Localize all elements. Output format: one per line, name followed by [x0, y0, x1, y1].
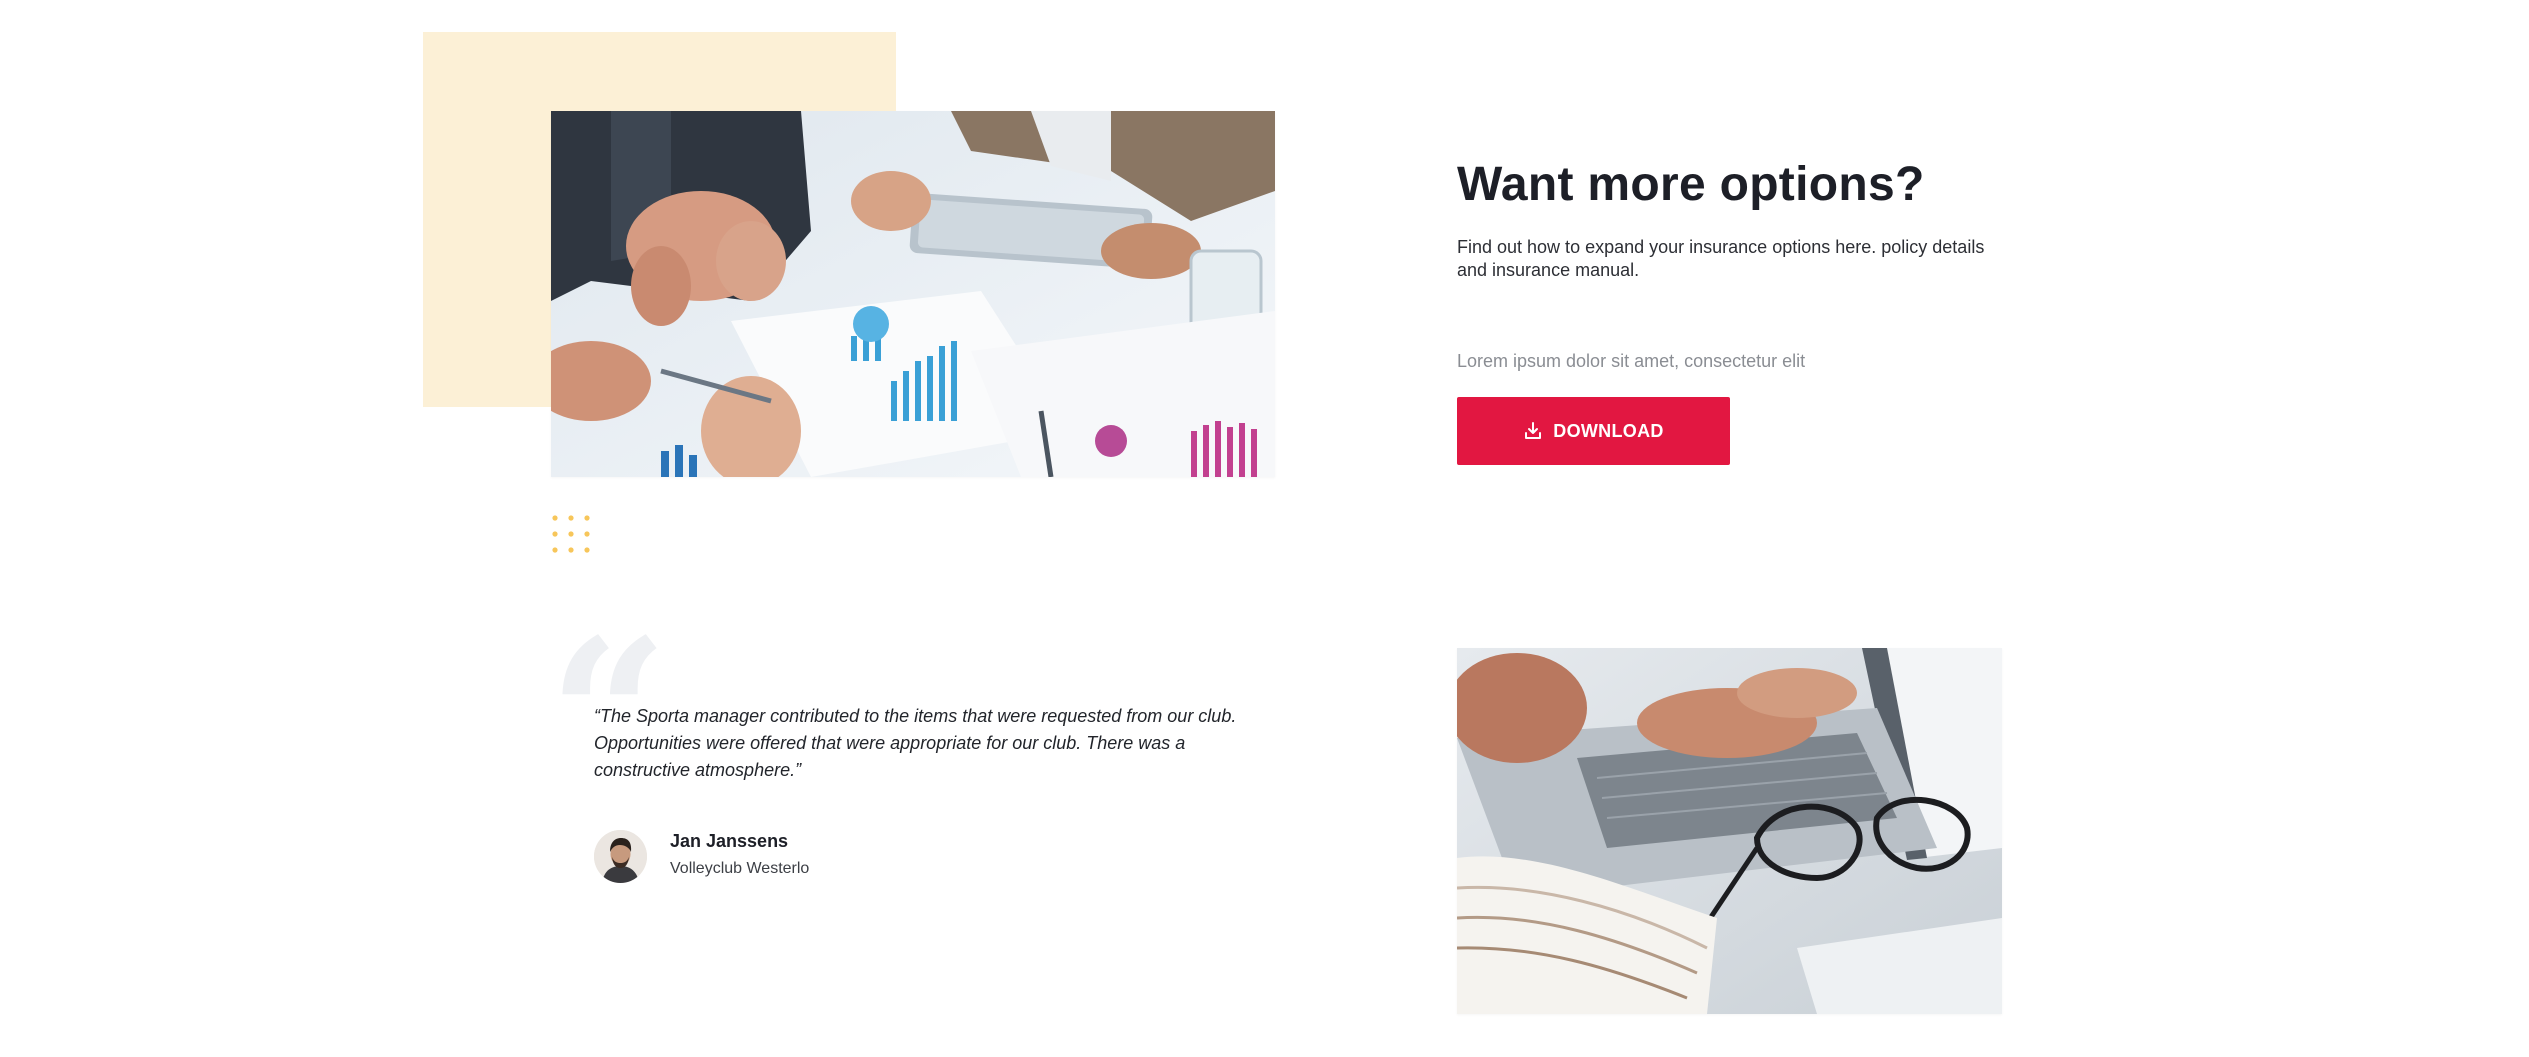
download-button-label: DOWNLOAD: [1553, 420, 1664, 441]
avatar: [594, 830, 647, 883]
author-club: Volleyclub Westerlo: [670, 860, 810, 877]
download-button[interactable]: DOWNLOAD: [1457, 397, 1730, 465]
author-name: Jan Janssens: [670, 831, 789, 851]
decorative-dots: [551, 514, 593, 556]
cta-heading: Want more options?: [1457, 158, 1925, 211]
download-icon: [1523, 421, 1543, 441]
cta-description: Find out how to expand your insurance op…: [1457, 237, 1985, 280]
cta-caption: Lorem ipsum dolor sit amet, consectetur …: [1457, 351, 1806, 371]
laptop-workspace-photo: [1457, 648, 2002, 1014]
testimonial-quote: “The Sporta manager contributed to the i…: [594, 706, 1237, 780]
business-meeting-photo: [551, 111, 1275, 477]
